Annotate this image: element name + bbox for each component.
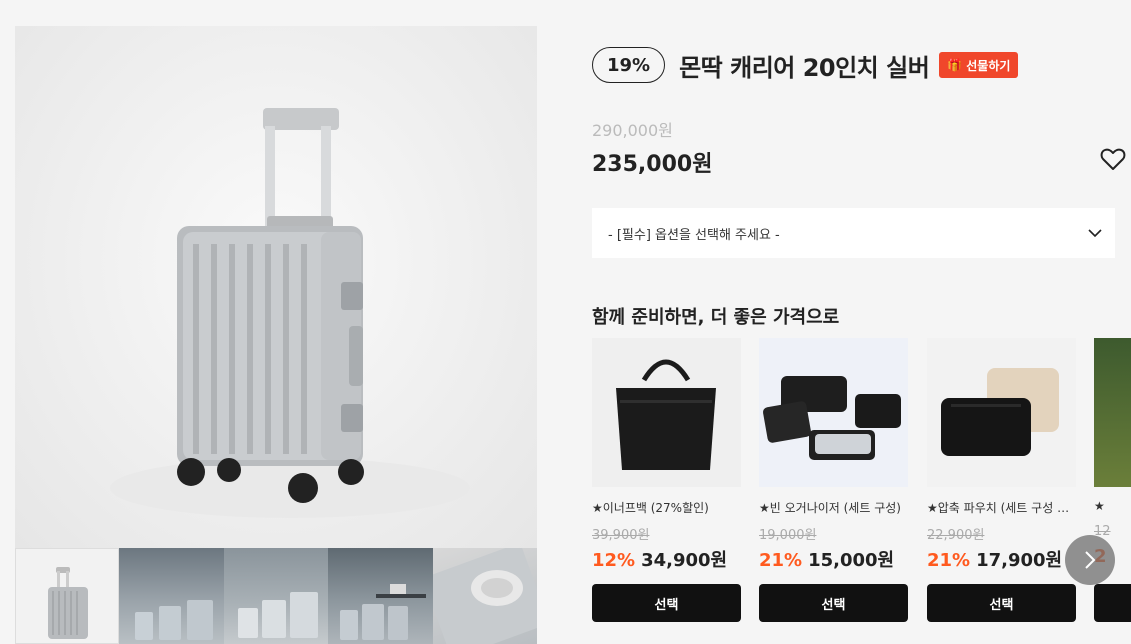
product-discount: 21% [759,550,803,571]
product-original-price: 19,000원 [759,528,817,543]
product-title: 몬딱 캐리어 20인치 실버 [679,53,930,82]
product-price: 17,900원 [976,550,1063,571]
gift-button-label: 선물하기 [966,58,1011,73]
product-thumbnail[interactable] [927,338,1076,487]
product-thumbnail[interactable] [592,338,741,487]
product-thumbnail[interactable] [1094,338,1131,487]
product-original-price: 39,900원 [592,528,650,543]
product-price-row: 21% 15,000원 [759,546,908,571]
chevron-down-icon [1087,225,1103,245]
product-name: ★이너프백 (27%할인) [592,501,709,515]
thumbnail-2[interactable] [119,548,224,644]
product-gallery [15,26,537,644]
thumbnail-5[interactable] [432,548,537,644]
select-button[interactable]: 선택 [592,584,741,622]
option-select-placeholder: - [필수] 옵션을 선택해 주세요 - [608,227,780,243]
select-button[interactable]: 선택 [759,584,908,622]
chevron-right-icon [1085,551,1096,569]
product-thumbnail[interactable] [759,338,908,487]
bundle-product-card[interactable]: ★이너프백 (27%할인) 39,900원 12% 34,900원 선택 [592,338,741,622]
thumbnail-strip [15,548,537,644]
thumbnail-1[interactable] [15,548,120,644]
bundle-product-card[interactable]: ★압축 파우치 (세트 구성 할인) 22,900원 21% 17,900원 선택 [927,338,1076,622]
gift-icon: 🎁 [947,58,963,72]
product-name: ★빈 오거나이저 (세트 구성) [759,501,901,515]
product-original-price: 22,900원 [927,528,985,543]
product-price-row: 12% 34,900원 [592,546,741,571]
product-price: 15,000원 [808,550,895,571]
carousel-next-button[interactable] [1065,535,1115,585]
product-price: 34,900원 [641,550,728,571]
product-discount: 12% [592,550,636,571]
gift-button[interactable]: 🎁 선물하기 [939,52,1019,78]
bundle-section-title: 함께 준비하면, 더 좋은 가격으로 [592,307,840,328]
product-info-panel: 19% 몬딱 캐리어 20인치 실버 🎁 선물하기 290,000원 235,0… [592,0,1131,644]
product-name: ★ [1094,499,1105,513]
select-button[interactable]: 선택 [927,584,1076,622]
thumbnail-3[interactable] [223,548,329,644]
suitcase-illustration [110,108,470,518]
option-select[interactable]: - [필수] 옵션을 선택해 주세요 - [592,208,1115,258]
original-price: 290,000원 [592,121,673,140]
bundle-product-carousel: ★이너프백 (27%할인) 39,900원 12% 34,900원 선택 ★빈 오… [592,338,1131,638]
product-name: ★압축 파우치 (세트 구성 할인) [927,501,1076,515]
wishlist-heart-icon[interactable] [1099,145,1127,173]
select-button[interactable] [1094,584,1131,622]
title-row: 19% 몬딱 캐리어 20인치 실버 🎁 선물하기 [592,47,1019,83]
thumbnail-4[interactable] [328,548,433,644]
bundle-product-card[interactable]: ★빈 오거나이저 (세트 구성) 19,000원 21% 15,000원 선택 [759,338,908,622]
product-price-row: 21% 17,900원 [927,546,1076,571]
sale-price: 235,000원 [592,152,713,177]
main-product-image[interactable] [15,26,537,548]
product-discount: 21% [927,550,971,571]
discount-badge: 19% [592,47,666,83]
